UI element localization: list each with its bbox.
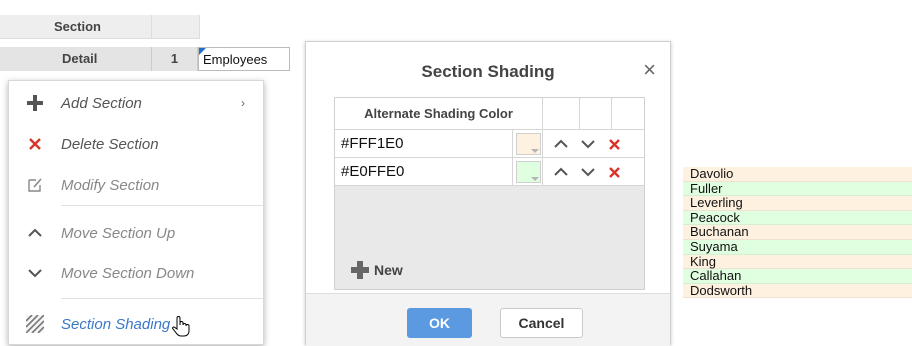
menu-item-modify-section[interactable]: Modify Section — [9, 170, 263, 200]
grid-detail-row[interactable]: Detail 1 Employees — [0, 47, 290, 71]
menu-item-delete-section[interactable]: Delete Section — [9, 129, 263, 159]
move-up-icon[interactable] — [548, 130, 573, 158]
ok-button[interactable]: OK — [407, 308, 472, 338]
color-picker-cell — [513, 130, 543, 158]
context-menu: Add Section › Delete Section Modify Sect… — [8, 80, 264, 345]
chevron-down-icon — [9, 268, 61, 278]
header-col — [543, 98, 580, 130]
delete-row-icon[interactable] — [602, 130, 627, 158]
list-item: Dodsworth — [683, 283, 912, 299]
detail-section-label[interactable]: Detail — [0, 47, 152, 71]
list-item: Davolio — [683, 167, 912, 182]
move-down-icon[interactable] — [575, 130, 600, 158]
menu-item-label: Section Shading — [61, 315, 171, 333]
menu-item-label: Delete Section — [61, 135, 159, 153]
header-empty-cell — [152, 15, 200, 39]
color-value-input[interactable]: #E0FFE0 — [335, 158, 513, 186]
menu-item-add-section[interactable]: Add Section › — [9, 88, 263, 118]
header-col — [612, 98, 646, 130]
shading-icon — [9, 315, 61, 333]
color-picker-cell — [513, 158, 543, 186]
plus-icon — [351, 261, 369, 279]
submenu-arrow-icon: › — [241, 96, 245, 110]
section-shading-dialog: Section Shading × Alternate Shading Colo… — [305, 41, 671, 346]
column-header-alternate-color: Alternate Shading Color — [335, 98, 543, 130]
table-row: #FFF1E0 — [335, 130, 644, 158]
close-icon[interactable]: × — [643, 59, 656, 81]
edit-icon — [9, 177, 61, 193]
employees-field-text: Employees — [203, 52, 268, 67]
delete-x-icon — [9, 137, 61, 151]
menu-item-move-down[interactable]: Move Section Down — [9, 258, 263, 288]
plus-icon — [9, 95, 61, 111]
employees-field-cell[interactable]: Employees — [198, 47, 290, 71]
section-grid: Section Detail 1 Employees — [0, 0, 290, 72]
menu-item-label: Modify Section — [61, 176, 160, 194]
list-item: Leverling — [683, 196, 912, 211]
list-item: Fuller — [683, 181, 912, 197]
dialog-footer: OK Cancel — [306, 293, 670, 346]
list-item: Peacock — [683, 210, 912, 226]
color-value-input[interactable]: #FFF1E0 — [335, 130, 513, 158]
delete-row-icon[interactable] — [602, 158, 627, 186]
chevron-up-icon — [9, 228, 61, 238]
new-color-button[interactable]: New — [350, 260, 403, 280]
header-col — [580, 98, 612, 130]
list-item: Callahan — [683, 269, 912, 284]
shaded-preview-list: Davolio Fuller Leverling Peacock Buchana… — [683, 167, 912, 345]
new-button-label: New — [374, 262, 403, 278]
dialog-title: Section Shading — [421, 62, 555, 81]
menu-item-label: Add Section — [61, 94, 142, 112]
list-item: King — [683, 254, 912, 270]
menu-item-label: Move Section Up — [61, 224, 176, 242]
menu-item-section-shading[interactable]: Section Shading — [9, 309, 263, 339]
table-header: Alternate Shading Color — [335, 98, 644, 130]
list-item: Buchanan — [683, 225, 912, 240]
menu-divider — [61, 205, 263, 206]
dropdown-arrow-icon — [531, 177, 539, 181]
list-item: Suyama — [683, 239, 912, 255]
section-header: Section — [0, 15, 152, 39]
cell-marker-icon — [199, 48, 206, 55]
hand-cursor-icon — [172, 315, 190, 342]
color-swatch[interactable] — [516, 133, 541, 155]
dropdown-arrow-icon — [531, 149, 539, 153]
menu-divider — [61, 298, 263, 299]
menu-item-move-up[interactable]: Move Section Up — [9, 218, 263, 248]
menu-item-label: Move Section Down — [61, 264, 195, 282]
row-number: 1 — [152, 47, 198, 71]
cancel-button[interactable]: Cancel — [500, 308, 583, 338]
color-swatch[interactable] — [516, 161, 541, 183]
move-down-icon[interactable] — [575, 158, 600, 186]
table-row: #E0FFE0 — [335, 158, 644, 186]
grid-header-row: Section — [0, 15, 200, 39]
move-up-icon[interactable] — [548, 158, 573, 186]
